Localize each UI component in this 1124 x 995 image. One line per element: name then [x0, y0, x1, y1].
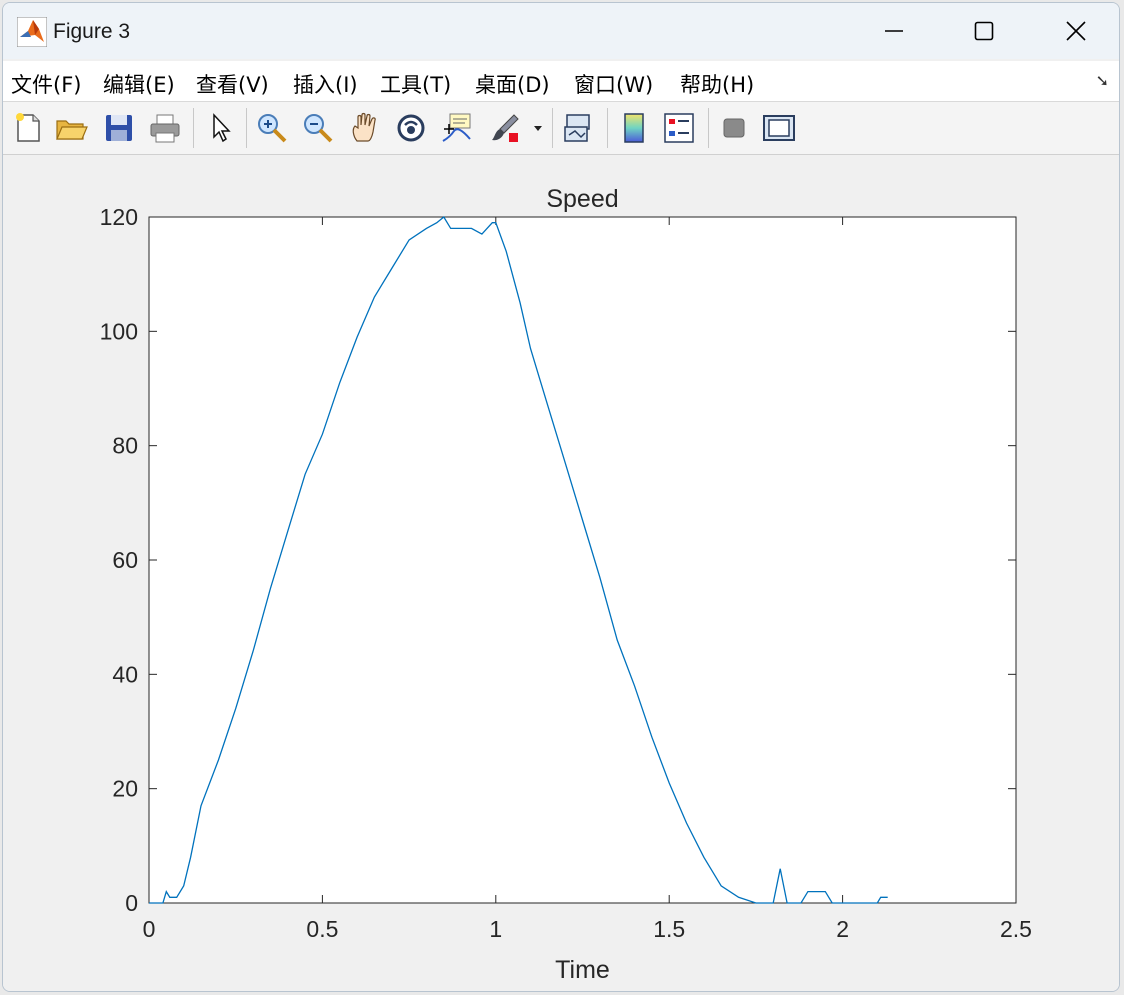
show-plot-tools-button[interactable]: [762, 111, 796, 145]
open-file-button[interactable]: [54, 111, 88, 145]
x-tick-label: 2: [836, 916, 849, 942]
open-file-icon: [56, 120, 88, 140]
y-tick-label: 80: [112, 433, 138, 459]
minimize-button[interactable]: [871, 11, 917, 51]
toolbar-separator: [246, 108, 247, 148]
pan-button[interactable]: [348, 111, 382, 145]
rotate-3d-button[interactable]: [394, 111, 428, 145]
menu-desktop[interactable]: 桌面(D): [475, 69, 550, 99]
maximize-button[interactable]: [961, 11, 1007, 51]
menu-view[interactable]: 查看(V): [196, 69, 269, 99]
y-tick-label: 100: [100, 318, 138, 344]
y-tick-label: 20: [112, 776, 138, 802]
print-button[interactable]: [148, 111, 182, 145]
link-plot-button[interactable]: [561, 111, 595, 145]
minimize-icon: [885, 30, 903, 32]
menu-help[interactable]: 帮助(H): [680, 69, 754, 99]
hide-plot-tools-icon: [723, 118, 745, 138]
x-axis-label: Time: [555, 956, 610, 984]
data-tips-button[interactable]: [440, 111, 474, 145]
brush-button[interactable]: [488, 111, 522, 145]
zoom-out-button[interactable]: [301, 111, 335, 145]
link-plot-icon: [564, 114, 590, 142]
insert-legend-button[interactable]: [662, 111, 696, 145]
save-button[interactable]: [102, 111, 136, 145]
insert-colorbar-button[interactable]: [617, 111, 651, 145]
brush-icon: [492, 114, 519, 142]
x-tick-label: 2.5: [1000, 916, 1032, 942]
x-tick-label: 1: [489, 916, 502, 942]
data-tips-icon: [442, 113, 471, 142]
new-figure-button[interactable]: [11, 111, 45, 145]
x-tick-label: 0: [143, 916, 156, 942]
legend-icon: [664, 113, 694, 143]
window-title: Figure 3: [53, 20, 131, 43]
pan-hand-icon: [352, 112, 376, 142]
show-plot-tools-icon: [763, 115, 795, 141]
menu-file[interactable]: 文件(F): [11, 69, 81, 99]
select-arrow-icon: [213, 113, 231, 143]
toolbar-separator: [607, 108, 608, 148]
menu-insert[interactable]: 插入(I): [293, 69, 358, 99]
maximize-icon: [974, 21, 994, 41]
toolbar-separator: [708, 108, 709, 148]
zoom-in-button[interactable]: [255, 111, 289, 145]
title-bar[interactable]: Figure 3: [3, 3, 1119, 59]
toolbar-separator: [193, 108, 194, 148]
x-tick-label: 0.5: [306, 916, 338, 942]
select-arrow-button[interactable]: [204, 111, 238, 145]
chart-title: Speed: [546, 185, 618, 213]
menu-bar: 文件(F) 编辑(E) 查看(V) 插入(I) 工具(T) 桌面(D) 窗口(W…: [3, 61, 1119, 102]
menu-edit[interactable]: 编辑(E): [103, 69, 175, 99]
figure-canvas[interactable]: Speed Time 0 0.5 1 1.5 2 2.5 0 20 40 60 80 100 120: [3, 155, 1119, 991]
colorbar-icon: [624, 113, 644, 143]
close-icon: [1066, 21, 1086, 41]
menu-tools[interactable]: 工具(T): [380, 69, 451, 99]
hide-plot-tools-button[interactable]: [717, 111, 751, 145]
menu-window[interactable]: 窗口(W): [574, 69, 653, 99]
save-icon: [106, 115, 132, 141]
rotate-3d-icon: [397, 114, 425, 142]
zoom-out-icon: [304, 114, 333, 143]
close-button[interactable]: [1053, 11, 1099, 51]
y-tick-label: 0: [125, 890, 138, 916]
brush-dropdown-icon: [534, 126, 542, 131]
figure-toolbar: [3, 102, 1119, 155]
zoom-in-icon: [258, 114, 287, 143]
new-figure-icon: [16, 113, 40, 142]
brush-dropdown-button[interactable]: [531, 111, 545, 145]
dock-arrow-icon[interactable]: ➘: [1096, 71, 1109, 90]
toolbar-separator: [552, 108, 553, 148]
speed-line-chart[interactable]: Speed Time 0 0.5 1 1.5 2 2.5 0 20 40 60 80 100 120: [3, 155, 1119, 991]
y-tick-label: 60: [112, 547, 138, 573]
print-icon: [150, 114, 180, 143]
y-tick-label: 40: [112, 661, 138, 687]
figure-window: Figure 3 文件(F) 编辑(E) 查看(V) 插入(I) 工具(T) 桌…: [2, 2, 1120, 992]
matlab-logo-icon: [17, 17, 47, 47]
x-tick-label: 1.5: [653, 916, 685, 942]
y-tick-label: 120: [100, 204, 138, 230]
